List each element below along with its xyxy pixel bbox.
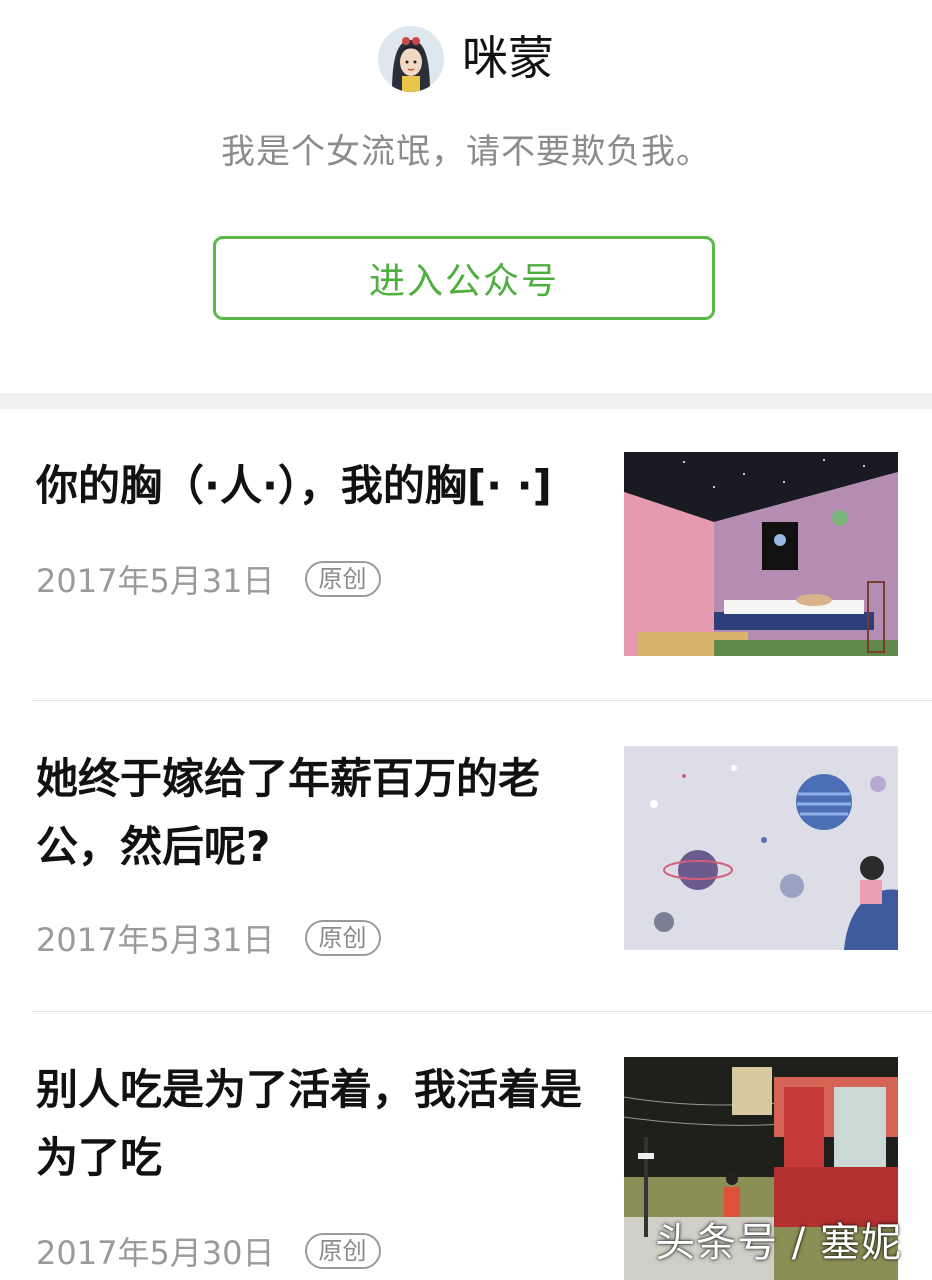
article-item[interactable]: 她终于嫁给了年薪百万的老公，然后呢? 2017年5月31日 原创 <box>0 701 932 1012</box>
account-avatar[interactable] <box>378 26 444 92</box>
article-title[interactable]: 她终于嫁给了年薪百万的老公，然后呢? <box>36 745 596 881</box>
article-meta: 2017年5月30日 原创 <box>36 1228 381 1274</box>
original-badge: 原创 <box>304 1233 381 1269</box>
account-bio: 我是个女流氓，请不要欺负我。 <box>221 132 711 172</box>
planets-illustration-icon <box>624 746 898 950</box>
article-meta: 2017年5月31日 原创 <box>36 915 381 961</box>
avatar-illustration-icon <box>378 26 444 92</box>
article-thumbnail[interactable] <box>624 746 898 950</box>
watermark-text: 头条号 / 塞妮 <box>655 1220 902 1266</box>
article-title[interactable]: 别人吃是为了活着，我活着是为了吃 <box>36 1056 596 1192</box>
original-badge: 原创 <box>304 920 381 956</box>
section-separator <box>0 394 932 409</box>
room-space-illustration-icon <box>624 452 898 656</box>
enter-account-button[interactable]: 进入公众号 <box>213 236 715 320</box>
original-badge: 原创 <box>304 561 381 597</box>
article-item[interactable]: 你的胸（·人·），我的胸[· ·] 2017年5月31日 原创 <box>0 408 932 701</box>
article-date: 2017年5月31日 <box>36 921 275 959</box>
article-date: 2017年5月31日 <box>36 562 275 600</box>
article-date: 2017年5月30日 <box>36 1234 275 1272</box>
account-header: 咪蒙 我是个女流氓，请不要欺负我。 进入公众号 <box>0 0 932 396</box>
article-thumbnail[interactable] <box>624 452 898 656</box>
article-meta: 2017年5月31日 原创 <box>36 556 381 602</box>
account-name: 咪蒙 <box>462 31 554 85</box>
article-title[interactable]: 你的胸（·人·），我的胸[· ·] <box>36 452 596 520</box>
